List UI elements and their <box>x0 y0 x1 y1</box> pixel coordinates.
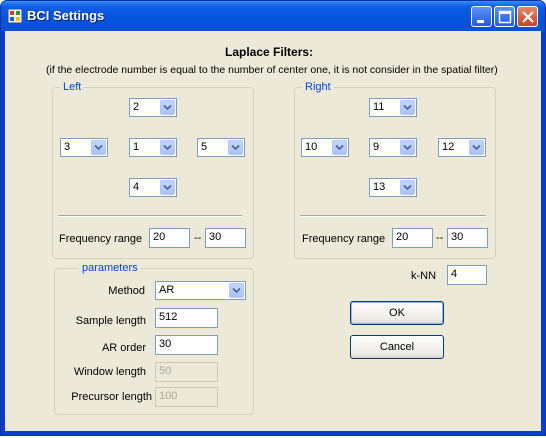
left-top-electrode-select[interactable]: 2 <box>129 98 177 117</box>
dropdown-arrow-icon[interactable] <box>160 100 175 115</box>
maximize-button[interactable] <box>494 6 515 27</box>
close-icon <box>522 11 534 23</box>
left-west-electrode-select[interactable]: 3 <box>60 138 108 157</box>
app-icon <box>7 8 23 24</box>
ar-order-input[interactable]: 30 <box>155 335 218 355</box>
method-select[interactable]: AR <box>155 281 246 300</box>
sample-length-input[interactable]: 512 <box>155 308 218 328</box>
right-frequency-range-label: Frequency range <box>302 233 386 245</box>
precursor-length-label: Precursor length <box>71 391 152 403</box>
right-separator <box>300 215 486 217</box>
right-frequency-to-input[interactable]: 30 <box>447 228 488 248</box>
right-frequency-from-input[interactable]: 20 <box>392 228 433 248</box>
left-east-electrode-select[interactable]: 5 <box>197 138 245 157</box>
title-bar[interactable]: BCI Settings <box>1 1 545 31</box>
dialog-client-area: Laplace Filters: (if the electrode numbe… <box>5 31 541 431</box>
minimize-button[interactable] <box>471 6 492 27</box>
right-east-electrode-select[interactable]: 12 <box>438 138 486 157</box>
right-top-electrode-select[interactable]: 11 <box>369 98 417 117</box>
dropdown-arrow-icon[interactable] <box>400 180 415 195</box>
right-west-electrode-select[interactable]: 10 <box>301 138 349 157</box>
dropdown-arrow-icon[interactable] <box>91 140 106 155</box>
parameters-group-label: parameters <box>79 262 141 274</box>
right-frequency-separator: -- <box>436 232 444 244</box>
dropdown-arrow-icon[interactable] <box>160 180 175 195</box>
left-group-label: Left <box>60 81 85 93</box>
left-bottom-electrode-select[interactable]: 4 <box>129 178 177 197</box>
dropdown-arrow-icon[interactable] <box>469 140 484 155</box>
maximize-icon <box>498 10 512 24</box>
method-label: Method <box>108 285 145 297</box>
ar-order-label: AR order <box>101 342 146 354</box>
dropdown-arrow-icon[interactable] <box>400 140 415 155</box>
left-center-electrode-select[interactable]: 1 <box>129 138 177 157</box>
minimize-icon <box>477 20 484 23</box>
dropdown-arrow-icon[interactable] <box>160 140 175 155</box>
window-title: BCI Settings <box>27 8 105 23</box>
dropdown-arrow-icon[interactable] <box>332 140 347 155</box>
left-separator <box>58 215 242 217</box>
precursor-length-input: 100 <box>155 387 218 407</box>
right-group-label: Right <box>302 81 334 93</box>
dropdown-arrow-icon[interactable] <box>228 140 243 155</box>
close-button[interactable] <box>517 6 538 27</box>
knn-label: k-NN <box>411 270 437 282</box>
laplace-filters-note: (if the electrode number is equal to the… <box>46 64 498 76</box>
dropdown-arrow-icon[interactable] <box>229 283 244 298</box>
left-frequency-separator: -- <box>194 232 202 244</box>
right-center-electrode-select[interactable]: 9 <box>369 138 417 157</box>
left-frequency-from-input[interactable]: 20 <box>149 228 190 248</box>
knn-input[interactable]: 4 <box>447 265 487 285</box>
cancel-button[interactable]: Cancel <box>350 335 444 359</box>
right-bottom-electrode-select[interactable]: 13 <box>369 178 417 197</box>
window-length-input: 50 <box>155 362 218 382</box>
sample-length-label: Sample length <box>75 315 146 327</box>
dropdown-arrow-icon[interactable] <box>400 100 415 115</box>
left-frequency-range-label: Frequency range <box>59 233 143 245</box>
bci-settings-window: BCI Settings Laplace Filters: (if the el… <box>0 0 546 436</box>
left-frequency-to-input[interactable]: 30 <box>205 228 246 248</box>
ok-button[interactable]: OK <box>350 301 444 325</box>
laplace-filters-heading: Laplace Filters: <box>225 45 314 59</box>
window-length-label: Window length <box>73 366 146 378</box>
